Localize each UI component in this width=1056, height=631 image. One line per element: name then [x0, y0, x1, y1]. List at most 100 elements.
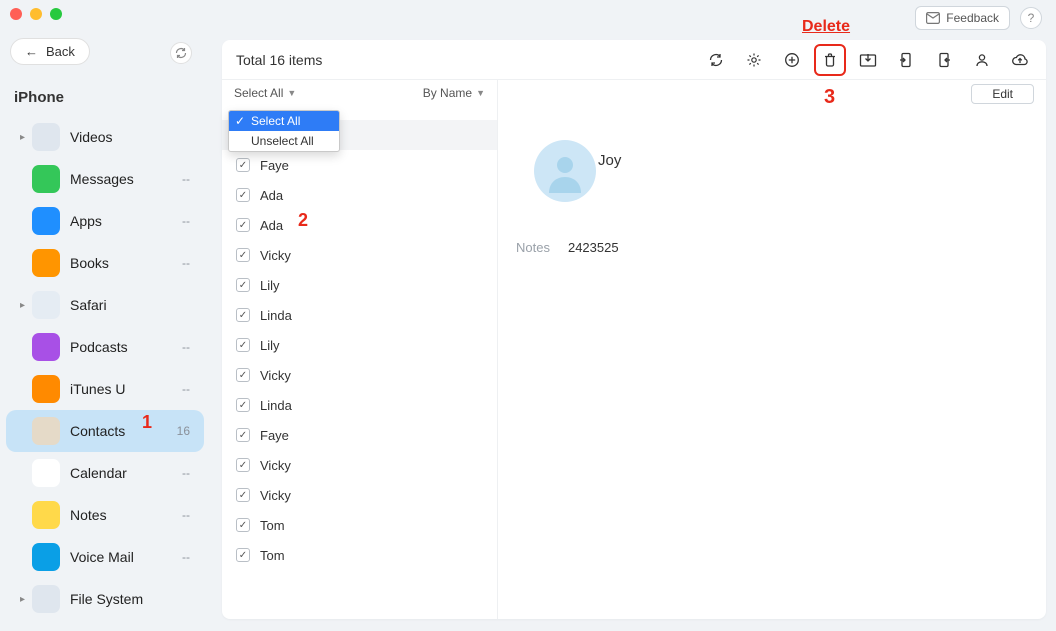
refresh-icon	[708, 52, 724, 68]
avatar	[534, 140, 596, 202]
back-button[interactable]: ← Back	[10, 38, 90, 65]
checkbox[interactable]: ✓	[236, 368, 250, 382]
contact-row-name: Vicky	[260, 248, 291, 263]
sort-by-toggle[interactable]: By Name ▼	[423, 86, 485, 100]
contact-row-name: Lily	[260, 338, 280, 353]
feedback-button[interactable]: Feedback	[915, 6, 1010, 30]
contact-row[interactable]: ✓ Lily	[222, 330, 497, 360]
dropdown-unselect-all[interactable]: Unselect All	[229, 131, 339, 151]
contact-row[interactable]: ✓ Vicky	[222, 240, 497, 270]
contact-name: Joy	[598, 152, 621, 169]
checkbox[interactable]: ✓	[236, 278, 250, 292]
delete-button[interactable]	[818, 48, 842, 72]
contact-row-name: Tom	[260, 548, 285, 563]
sidebar-item-contacts[interactable]: Contacts16	[6, 410, 204, 452]
sidebar-item-books[interactable]: Books--	[6, 242, 204, 284]
chevron-right-icon: ▸	[20, 132, 30, 143]
contact-row[interactable]: ✓Vicky	[222, 480, 497, 510]
contact-row[interactable]: ✓Tom	[222, 510, 497, 540]
sidebar-item-count: --	[182, 256, 190, 270]
sidebar-item-label: Calendar	[70, 465, 182, 481]
contact-row[interactable]: ✓Faye	[222, 150, 497, 180]
contact-row[interactable]: ✓Faye	[222, 420, 497, 450]
contact-row[interactable]: ✓ Vicky	[222, 450, 497, 480]
checkbox[interactable]: ✓	[236, 308, 250, 322]
checkbox[interactable]: ✓	[236, 188, 250, 202]
contact-row[interactable]: ✓ Linda	[222, 300, 497, 330]
select-all-toggle[interactable]: Select All ▼	[234, 86, 296, 100]
back-label: Back	[46, 44, 75, 59]
help-button[interactable]: ?	[1020, 7, 1042, 29]
select-dropdown: Select All Unselect All	[228, 110, 340, 152]
checkbox[interactable]: ✓	[236, 248, 250, 262]
refresh-sidebar-button[interactable]	[170, 42, 192, 64]
contact-row[interactable]: ✓Ada	[222, 210, 497, 240]
app-icon	[32, 501, 60, 529]
checkbox[interactable]: ✓	[236, 458, 250, 472]
sidebar-item-label: Contacts	[70, 423, 177, 439]
sidebar-item-file-system[interactable]: ▸File System	[6, 578, 204, 620]
cloud-button[interactable]	[1008, 48, 1032, 72]
chevron-down-icon: ▼	[287, 88, 296, 98]
to-device-button[interactable]	[894, 48, 918, 72]
sidebar-item-count: --	[182, 508, 190, 522]
checkbox[interactable]: ✓	[236, 548, 250, 562]
checkbox[interactable]: ✓	[236, 218, 250, 232]
trash-icon	[822, 52, 838, 68]
checkbox[interactable]: ✓	[236, 338, 250, 352]
contact-row[interactable]: ✓Lily	[222, 270, 497, 300]
chevron-down-icon: ▼	[476, 88, 485, 98]
refresh-button[interactable]	[704, 48, 728, 72]
merge-button[interactable]	[970, 48, 994, 72]
contact-row[interactable]: ✓Linda	[222, 390, 497, 420]
sidebar-item-label: File System	[70, 591, 190, 607]
checkbox[interactable]: ✓	[236, 488, 250, 502]
import-button[interactable]	[856, 48, 880, 72]
feedback-label: Feedback	[946, 11, 999, 25]
sidebar-item-apps[interactable]: Apps--	[6, 200, 204, 242]
contact-row[interactable]: ✓Vicky	[222, 360, 497, 390]
notes-key: Notes	[516, 240, 550, 255]
app-icon	[32, 543, 60, 571]
sidebar-item-itunes-u[interactable]: iTunes U--	[6, 368, 204, 410]
settings-button[interactable]	[742, 48, 766, 72]
dropdown-select-all[interactable]: Select All	[229, 111, 339, 131]
sidebar-item-voice-mail[interactable]: Voice Mail--	[6, 536, 204, 578]
sidebar-item-label: Safari	[70, 297, 190, 313]
sidebar: ← Back iPhone ▸VideosMessages--Apps--Boo…	[0, 0, 210, 631]
from-device-button[interactable]	[932, 48, 956, 72]
mail-icon	[926, 12, 940, 24]
phone-in-icon	[899, 52, 913, 68]
sidebar-item-label: Books	[70, 255, 182, 271]
person-icon	[974, 52, 990, 68]
app-icon	[32, 417, 60, 445]
sidebar-item-videos[interactable]: ▸ Videos	[6, 116, 204, 158]
checkbox[interactable]: ✓	[236, 518, 250, 532]
phone-out-icon	[937, 52, 951, 68]
checkbox[interactable]: ✓	[236, 158, 250, 172]
app-icon	[32, 585, 60, 613]
contact-row-name: Vicky	[260, 458, 291, 473]
sidebar-item-label: iTunes U	[70, 381, 182, 397]
sidebar-item-podcasts[interactable]: Podcasts--	[6, 326, 204, 368]
sidebar-item-label: Podcasts	[70, 339, 182, 355]
app-icon	[32, 291, 60, 319]
sidebar-item-calendar[interactable]: Calendar--	[6, 452, 204, 494]
checkbox[interactable]: ✓	[236, 428, 250, 442]
app-icon	[32, 123, 60, 151]
add-button[interactable]	[780, 48, 804, 72]
sidebar-item-label: Videos	[70, 129, 190, 145]
edit-button[interactable]: Edit	[971, 84, 1034, 104]
sidebar-item-messages[interactable]: Messages--	[6, 158, 204, 200]
app-icon	[32, 459, 60, 487]
contact-row[interactable]: ✓ Tom	[222, 540, 497, 570]
contact-row-name: Linda	[260, 308, 292, 323]
contact-row[interactable]: ✓Ada	[222, 180, 497, 210]
sidebar-item-safari[interactable]: ▸Safari	[6, 284, 204, 326]
sidebar-item-label: Messages	[70, 171, 182, 187]
annotation-delete: Delete	[802, 18, 850, 36]
sidebar-item-notes[interactable]: Notes--	[6, 494, 204, 536]
checkbox[interactable]: ✓	[236, 398, 250, 412]
app-icon	[32, 333, 60, 361]
arrow-left-icon: ←	[25, 44, 38, 59]
